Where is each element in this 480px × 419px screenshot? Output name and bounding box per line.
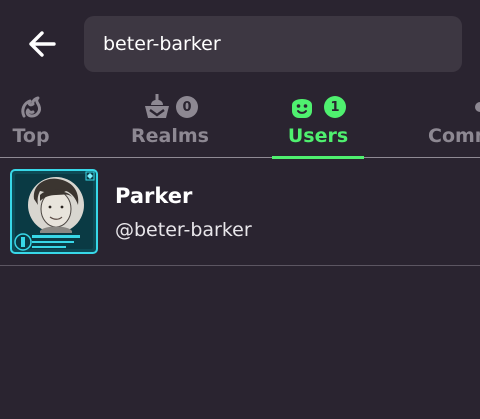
search-input[interactable] [103,33,462,55]
user-handle: @beter-barker [115,219,252,241]
user-display-name: Parker [115,184,193,208]
arrow-left-icon [29,31,56,57]
realm-icon [145,94,169,118]
search-tabs: Top 0 Realms 1 Users Com [0,88,480,159]
user-result-row[interactable]: Parker @beter-barker [0,158,480,266]
tab-badge: 1 [324,96,346,118]
tab-users[interactable]: 1 Users [272,88,364,159]
tab-label: Users [287,125,349,147]
smiley-user-icon [292,99,312,118]
search-field[interactable] [84,16,462,72]
search-header [0,0,480,88]
tab-communities[interactable]: Comm [428,88,480,158]
avatar-frame-icon [10,169,98,254]
flame-swirl-icon [21,96,41,118]
tab-label: Realms [131,125,209,147]
tab-realms[interactable]: 0 Realms [128,88,212,158]
community-icon [475,102,480,112]
avatar[interactable] [10,169,98,254]
tab-top[interactable]: Top [0,88,62,158]
back-button[interactable] [22,26,62,62]
tab-label: Top [12,125,50,147]
tab-badge: 0 [176,96,198,118]
tab-label: Comm [428,125,480,147]
